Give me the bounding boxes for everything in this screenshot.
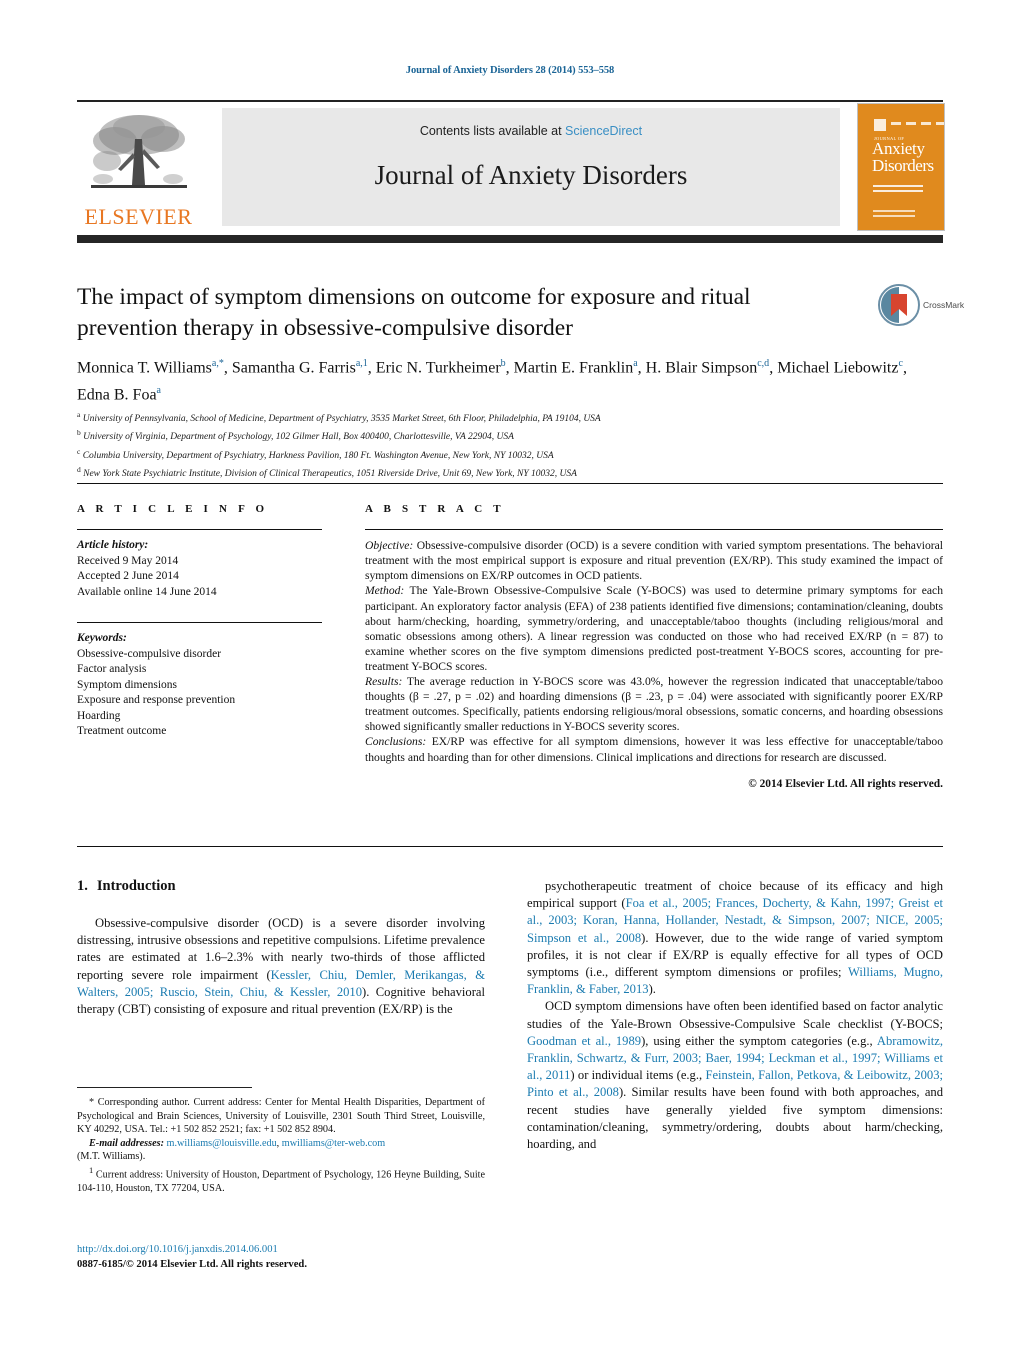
abstract-column: A B S T R A C T Objective: Obsessive-com…	[365, 503, 943, 792]
abstract-conclusions-label: Conclusions:	[365, 735, 427, 749]
body-column-right: psychotherapeutic treatment of choice be…	[527, 878, 943, 1153]
keywords-divider	[77, 622, 322, 624]
elsevier-tree-icon	[85, 109, 193, 201]
article-history-accepted: Accepted 2 June 2014	[77, 570, 179, 583]
affiliation-d: d New York State Psychiatric Institute, …	[77, 463, 937, 481]
sciencedirect-panel: Contents lists available at ScienceDirec…	[222, 108, 840, 226]
affiliation-text-c: Columbia University, Department of Psych…	[82, 450, 554, 461]
affiliation-mark-a: a	[77, 410, 81, 419]
intro-paragraph-right-1: psychotherapeutic treatment of choice be…	[527, 879, 944, 997]
affiliation-text-d: New York State Psychiatric Institute, Di…	[83, 469, 577, 480]
footnote-corresponding-author: * Corresponding author. Current address:…	[77, 1097, 485, 1136]
abstract-heading: A B S T R A C T	[365, 503, 505, 515]
affiliation-mark-d: d	[77, 465, 81, 475]
article-history-block: Article history: Received 9 May 2014 Acc…	[77, 538, 322, 600]
cover-elsevier-mark-icon	[874, 119, 886, 131]
affiliation-mark-c: c	[77, 446, 81, 456]
section-heading-introduction: 1. Introduction	[77, 878, 485, 895]
sciencedirect-link[interactable]: ScienceDirect	[565, 124, 642, 138]
journal-title: Journal of Anxiety Disorders	[374, 160, 688, 190]
doi-link[interactable]: http://dx.doi.org/10.1016/j.janxdis.2014…	[77, 1243, 507, 1258]
body-column-left: 1. Introduction Obsessive-compulsive diso…	[77, 878, 485, 1018]
abstract-bottom-rule	[77, 846, 943, 848]
abstract-results: Results: The average reduction in Y-BOCS…	[365, 674, 943, 734]
abstract-divider	[365, 529, 943, 531]
keyword-item: Hoarding	[77, 709, 121, 722]
crossmark-icon	[878, 284, 920, 326]
article-history-received: Received 9 May 2014	[77, 554, 179, 567]
email-addresses-label: E-mail addresses:	[89, 1137, 164, 1149]
masthead-top-rule	[77, 100, 943, 102]
abstract-results-label: Results:	[365, 675, 403, 689]
cover-header-text	[891, 122, 944, 125]
keywords-label: Keywords:	[77, 632, 127, 645]
journal-masthead: ELSEVIER Contents lists available at Sci…	[77, 103, 945, 231]
abstract-objective: Objective: Obsessive-compulsive disorder…	[365, 538, 943, 583]
contents-line: Contents lists available at ScienceDirec…	[222, 124, 840, 138]
masthead-thick-rule	[77, 235, 943, 243]
keyword-item: Treatment outcome	[77, 725, 167, 738]
keyword-item: Factor analysis	[77, 663, 147, 676]
info-abstract-top-rule	[77, 483, 943, 485]
author-list: Monnica T. Williamsa,*, Samantha G. Farr…	[77, 358, 907, 404]
footnote-current-address: 1 Current address: University of Houston…	[77, 1164, 485, 1194]
elsevier-wordmark: ELSEVIER	[84, 204, 193, 229]
abstract-method-text: The Yale-Brown Obsessive-Compulsive Scal…	[365, 584, 943, 673]
affiliation-text-b: University of Virginia, Department of Ps…	[83, 432, 514, 443]
affiliation-c: c Columbia University, Department of Psy…	[77, 445, 937, 463]
abstract-copyright: © 2014 Elsevier Ltd. All rights reserved…	[748, 777, 943, 790]
article-page: Journal of Anxiety Disorders 28 (2014) 5…	[0, 0, 1020, 1351]
abstract-results-text: The average reduction in Y-BOCS score wa…	[365, 675, 943, 734]
affiliation-b: b University of Virginia, Department of …	[77, 426, 937, 444]
affiliation-list: a University of Pennsylvania, School of …	[77, 408, 937, 481]
intro-paragraph-right-2: OCD symptom dimensions have often been i…	[527, 999, 943, 1152]
abstract-conclusions-text: EX/RP was effective for all symptom dime…	[365, 735, 943, 764]
section-number: 1.	[77, 878, 88, 894]
crossmark-label: CrossMark	[923, 300, 965, 310]
email-link-1[interactable]: m.williams@louisville.edu	[167, 1138, 277, 1149]
abstract-method: Method: The Yale-Brown Obsessive-Compuls…	[365, 583, 943, 674]
article-history-label: Article history:	[77, 539, 149, 552]
abstract-method-label: Method:	[365, 584, 405, 598]
affiliation-text-a: University of Pennsylvania, School of Me…	[82, 414, 601, 425]
section-title: Introduction	[96, 878, 176, 894]
cover-topbar	[869, 115, 944, 131]
journal-cover-thumbnail[interactable]: JOURNAL OF Anxiety Disorders	[857, 103, 945, 231]
footnote-block: * Corresponding author. Current address:…	[77, 1096, 485, 1196]
abstract-conclusions: Conclusions: EX/RP was effective for all…	[365, 734, 943, 764]
affiliation-mark-b: b	[77, 428, 81, 438]
article-info-divider	[77, 529, 322, 531]
footnote-emails: E-mail addresses: m.williams@louisville.…	[89, 1137, 386, 1149]
keyword-item: Exposure and response prevention	[77, 694, 236, 707]
article-history-online: Available online 14 June 2014	[77, 585, 217, 598]
crossmark-badge[interactable]: CrossMark	[878, 284, 964, 328]
abstract-objective-text: Obsessive-compulsive disorder (OCD) is a…	[365, 539, 943, 583]
cover-footer-text	[873, 210, 915, 218]
intro-paragraph-left: Obsessive-compulsive disorder (OCD) is a…	[77, 916, 486, 1017]
keywords-block: Keywords: Obsessive-compulsive disorder …	[77, 631, 322, 740]
abstract-objective-label: Objective:	[365, 539, 414, 553]
keyword-item: Obsessive-compulsive disorder	[77, 647, 222, 660]
doi-block: http://dx.doi.org/10.1016/j.janxdis.2014…	[77, 1243, 507, 1272]
footnote-rule	[77, 1087, 252, 1088]
affiliation-a: a University of Pennsylvania, School of …	[77, 408, 937, 426]
article-info-column: A R T I C L E I N F O Article history: R…	[77, 503, 322, 740]
abstract-body: Objective: Obsessive-compulsive disorder…	[365, 538, 943, 792]
elsevier-logo: ELSEVIER	[77, 105, 200, 229]
cover-title-line2: Disorders	[872, 156, 934, 175]
page-title: The impact of symptom dimensions on outc…	[77, 284, 751, 341]
contents-prefix: Contents lists available at	[419, 124, 566, 138]
email-link-2[interactable]: mwilliams@ter-web.com	[282, 1138, 385, 1149]
keyword-item: Symptom dimensions	[77, 678, 177, 691]
cover-inner: JOURNAL OF Anxiety Disorders	[863, 109, 944, 225]
article-info-heading: A R T I C L E I N F O	[77, 503, 269, 515]
footnote-email-owner: (M.T. Williams).	[77, 1151, 146, 1163]
issn-copyright-line: 0887-6185/© 2014 Elsevier Ltd. All right…	[77, 1258, 307, 1270]
cover-editor-text	[873, 185, 923, 194]
running-head: Journal of Anxiety Disorders 28 (2014) 5…	[405, 65, 615, 76]
cover-title-line1: Anxiety	[872, 139, 925, 158]
